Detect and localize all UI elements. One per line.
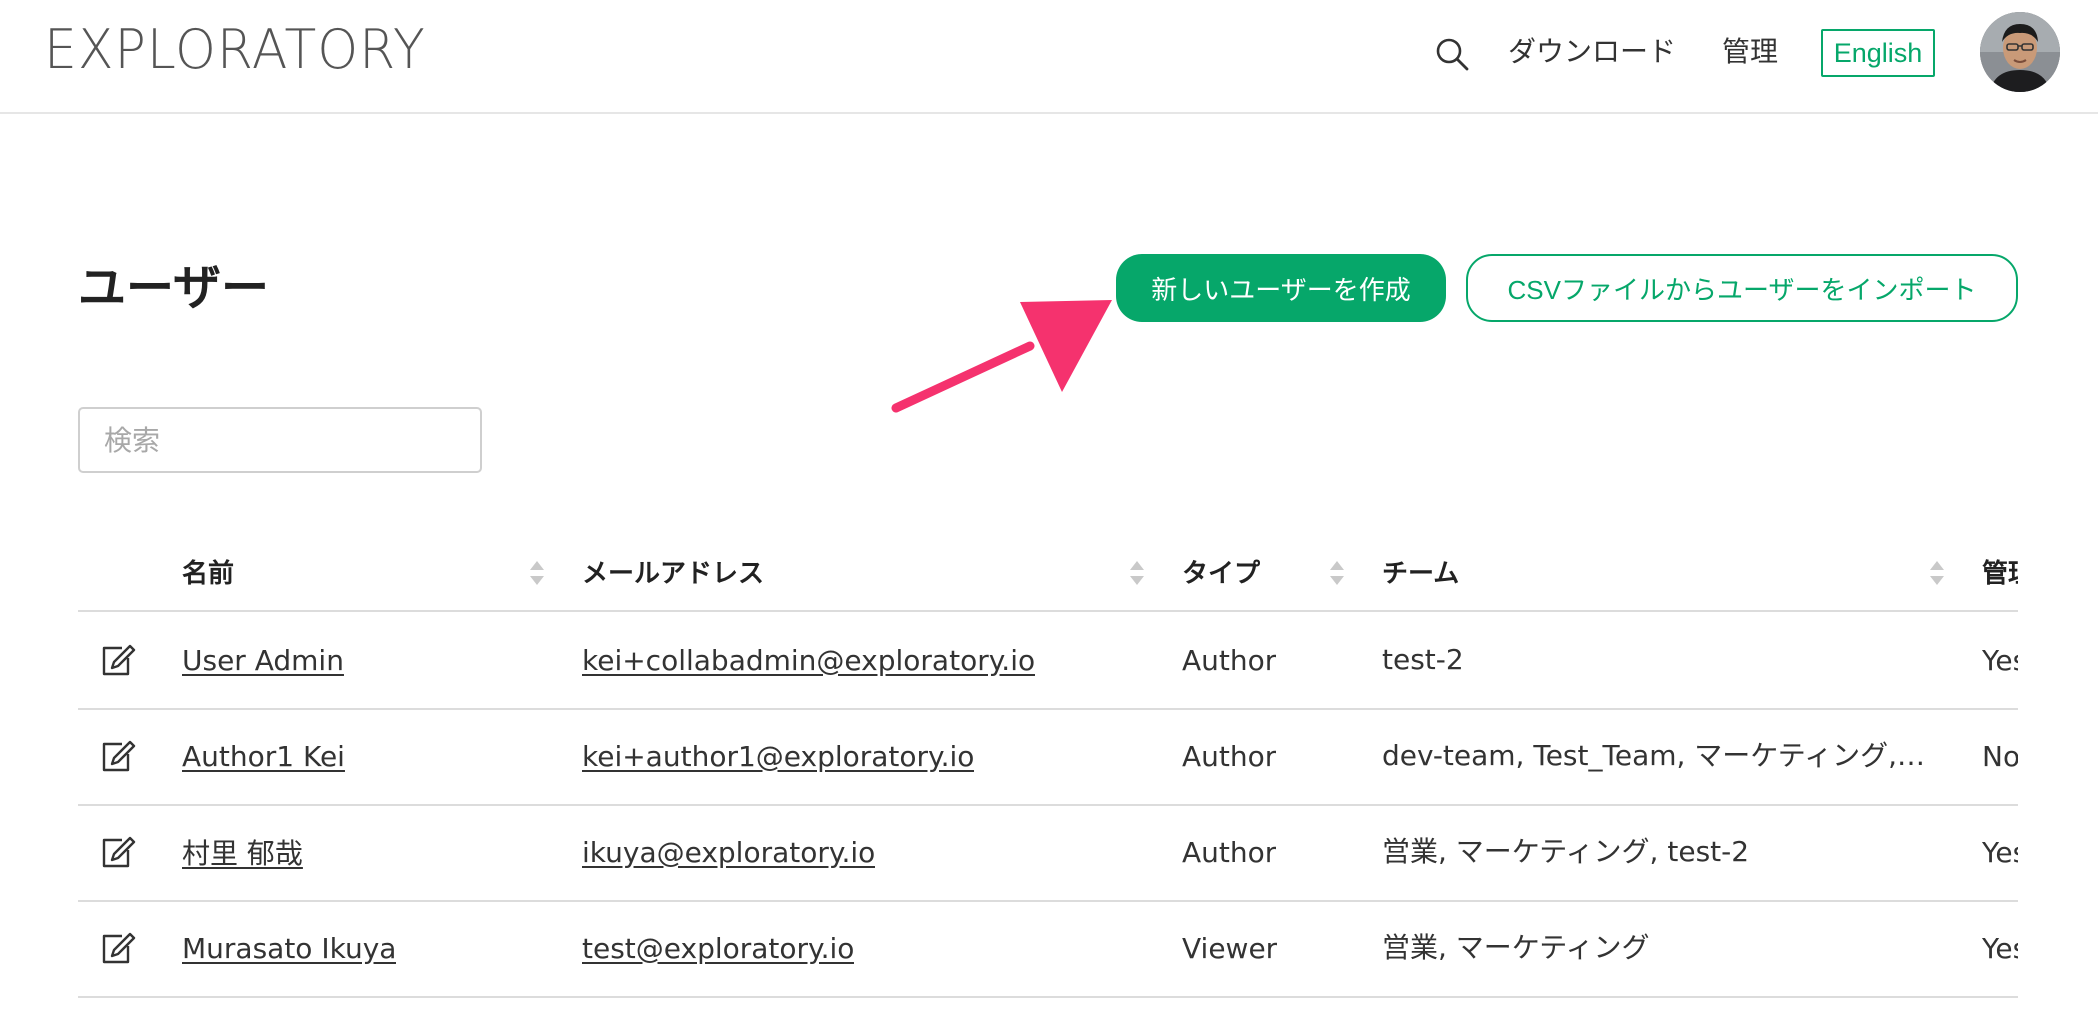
users-table: 名前 メールアドレス タイプ チーム 管理 User Admin kei+col…: [78, 530, 2018, 1000]
table-row: 村里 郁哉 ikuya@exploratory.io Author 営業, マー…: [78, 804, 2018, 902]
user-name-link[interactable]: Murasato Ikuya: [182, 932, 396, 965]
annotation-arrow: [891, 300, 1112, 413]
column-header-type[interactable]: タイプ: [1182, 530, 1260, 612]
exploratory-logo[interactable]: EXPLORATORY: [44, 19, 426, 82]
user-teams: test-2: [1382, 643, 1464, 676]
avatar-photo: [1980, 12, 2060, 92]
column-header-team[interactable]: チーム: [1382, 530, 1459, 612]
user-name-link[interactable]: 村里 郁哉: [182, 832, 303, 872]
user-type: Author: [1182, 643, 1277, 677]
user-email-link[interactable]: test@exploratory.io: [582, 932, 854, 965]
user-teams: dev-team, Test_Team, マーケティング, 営業: [1382, 739, 1928, 772]
user-name-link[interactable]: Author1 Kei: [182, 740, 345, 773]
user-admin-flag: Yes: [1982, 835, 2018, 869]
top-header: EXPLORATORY ダウンロード 管理 English: [0, 0, 2098, 114]
edit-icon[interactable]: [100, 836, 136, 870]
nav-download-link[interactable]: ダウンロード: [1508, 30, 1676, 70]
column-header-admin[interactable]: 管理: [1982, 530, 2018, 612]
sort-icon[interactable]: [1328, 558, 1346, 588]
user-type: Viewer: [1182, 931, 1278, 965]
page-title: ユーザー: [78, 260, 270, 316]
sort-icon[interactable]: [528, 558, 546, 588]
sort-icon[interactable]: [1928, 558, 1946, 588]
column-header-email[interactable]: メールアドレス: [582, 530, 764, 612]
search-icon[interactable]: [1434, 36, 1470, 72]
user-avatar[interactable]: [1980, 12, 2060, 92]
user-type: Author: [1182, 739, 1277, 773]
user-admin-flag: Yes: [1982, 931, 2018, 965]
column-header-name[interactable]: 名前: [182, 530, 234, 612]
edit-icon[interactable]: [100, 740, 136, 774]
edit-icon[interactable]: [100, 644, 136, 678]
sort-icon[interactable]: [1128, 558, 1146, 588]
user-teams: 営業, マーケティング, test-2: [1382, 835, 1750, 868]
user-admin-flag: Yes: [1982, 643, 2018, 677]
create-user-button[interactable]: 新しいユーザーを作成: [1116, 254, 1446, 322]
table-row: Murasato Ikuya test@exploratory.io Viewe…: [78, 900, 2018, 998]
table-row: User Admin kei+collabadmin@exploratory.i…: [78, 612, 2018, 710]
language-toggle-button[interactable]: English: [1821, 29, 1935, 77]
user-email-link[interactable]: kei+collabadmin@exploratory.io: [582, 644, 1035, 677]
user-type: Author: [1182, 835, 1277, 869]
nav-admin-link[interactable]: 管理: [1722, 30, 1778, 70]
import-csv-button[interactable]: CSVファイルからユーザーをインポート: [1466, 254, 2018, 322]
user-name-link[interactable]: User Admin: [182, 644, 344, 677]
user-teams: 営業, マーケティング: [1382, 931, 1650, 964]
edit-icon[interactable]: [100, 932, 136, 966]
user-admin-flag: No: [1982, 739, 2018, 773]
search-input[interactable]: [78, 407, 482, 473]
user-email-link[interactable]: kei+author1@exploratory.io: [582, 740, 974, 773]
table-row: Author1 Kei kei+author1@exploratory.io A…: [78, 708, 2018, 806]
user-email-link[interactable]: ikuya@exploratory.io: [582, 836, 875, 869]
